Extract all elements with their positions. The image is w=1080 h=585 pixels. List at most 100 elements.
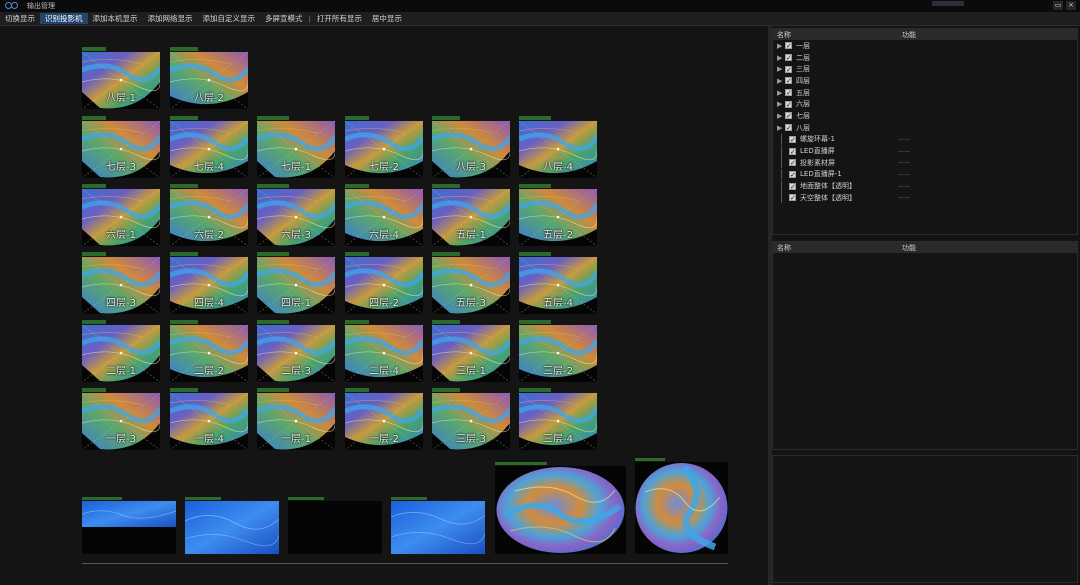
projector-tile[interactable]: 四层-3: [82, 257, 160, 314]
projector-tile[interactable]: 六层-2: [170, 189, 248, 246]
projector-tile[interactable]: 五层-1: [432, 189, 510, 246]
menu-switch-display[interactable]: 切换显示: [0, 13, 40, 24]
expand-arrow-icon[interactable]: ▶: [777, 65, 785, 73]
tree-layer-item[interactable]: ▶ ✓ 六层: [773, 98, 1077, 110]
menu-open-all-displays[interactable]: 打开所有显示: [312, 13, 367, 24]
projector-tile[interactable]: 七层-2: [345, 121, 423, 178]
tile-caption: [432, 116, 460, 120]
expand-arrow-icon[interactable]: ▶: [777, 112, 785, 120]
property-panel: [772, 455, 1078, 583]
projector-tile[interactable]: 二层-2: [170, 325, 248, 382]
material-display-tile[interactable]: [288, 501, 382, 554]
checkbox[interactable]: ✓: [785, 112, 792, 120]
projector-tile[interactable]: 一层-1: [257, 393, 335, 450]
projector-tile[interactable]: 二层-1: [82, 325, 160, 382]
menu-multiscreen-mode[interactable]: 多屏宣模式: [260, 13, 308, 24]
checkbox[interactable]: ✓: [785, 65, 792, 73]
checkbox[interactable]: ✓: [789, 194, 796, 202]
checkbox[interactable]: ✓: [785, 100, 792, 108]
tree-extra-item[interactable]: ✓ 地面整体【透明】 ——: [773, 180, 1077, 192]
tree-extra-item[interactable]: ✓ LED直播屏 ——: [773, 145, 1077, 157]
tree-extra-item[interactable]: ✓ 螺旋环幕-1 ——: [773, 133, 1077, 146]
checkbox[interactable]: ✓: [785, 42, 792, 50]
checkbox[interactable]: ✓: [785, 89, 792, 97]
tile-label: 七层-3: [106, 162, 136, 173]
projector-tile[interactable]: 三层-2: [519, 325, 597, 382]
tile-caption: [257, 184, 289, 188]
projector-tile[interactable]: 五层-3: [432, 257, 510, 314]
tree-item-label: 八层: [796, 123, 810, 132]
projector-tile[interactable]: 四层-2: [345, 257, 423, 314]
expand-arrow-icon[interactable]: ▶: [777, 54, 785, 62]
projector-tile[interactable]: 五层-2: [519, 189, 597, 246]
spiral-screen-tile[interactable]: [495, 466, 626, 554]
tree-connector: [781, 168, 789, 180]
checkbox[interactable]: ✓: [789, 135, 796, 143]
tree-layer-item[interactable]: ▶ ✓ 七层: [773, 110, 1077, 122]
projector-tile[interactable]: 七层-4: [170, 121, 248, 178]
projector-tile[interactable]: 一层-2: [345, 393, 423, 450]
tree-extra-item[interactable]: ✓ 投影素材屏 ——: [773, 157, 1077, 169]
projector-tile[interactable]: 四层-1: [257, 257, 335, 314]
tile-label: 七层-1: [281, 162, 311, 173]
led-display-tile[interactable]: [185, 501, 279, 554]
tile-label: 一层-2: [369, 434, 399, 445]
tree-item-label: 螺旋环幕-1: [800, 135, 835, 144]
projector-tile[interactable]: 一层-4: [170, 393, 248, 450]
tile-label: 二层-1: [106, 366, 136, 377]
tree-extra-item[interactable]: ✓ 天空整体【透明】 ——: [773, 192, 1077, 204]
expand-arrow-icon[interactable]: ▶: [777, 89, 785, 97]
checkbox[interactable]: ✓: [789, 147, 796, 155]
projector-tile[interactable]: 七层-3: [82, 121, 160, 178]
tree-item-label: 天空整体【透明】: [800, 193, 856, 202]
tree-layer-item[interactable]: ▶ ✓ 五层: [773, 87, 1077, 99]
checkbox[interactable]: ✓: [785, 77, 792, 85]
tree-layer-item[interactable]: ▶ ✓ 四层: [773, 75, 1077, 87]
tree-layer-item[interactable]: ▶ ✓ 三层: [773, 63, 1077, 75]
expand-arrow-icon[interactable]: ▶: [777, 42, 785, 50]
menu-add-network-display[interactable]: 添加网络显示: [143, 13, 198, 24]
projector-tile[interactable]: 八层-4: [519, 121, 597, 178]
menu-add-custom-display[interactable]: 添加自定义显示: [198, 13, 261, 24]
projector-tile[interactable]: 七层-1: [257, 121, 335, 178]
checkbox[interactable]: ✓: [789, 182, 796, 190]
tile-label: 八层-1: [106, 93, 136, 104]
tile-caption: [345, 116, 369, 120]
projector-tile[interactable]: 六层-4: [345, 189, 423, 246]
projector-tile[interactable]: 三层-3: [432, 393, 510, 450]
led-display-tile[interactable]: [391, 501, 485, 554]
projector-tile[interactable]: 五层-4: [519, 257, 597, 314]
restore-button[interactable]: ▭: [1053, 1, 1063, 10]
projector-tile[interactable]: 二层-4: [345, 325, 423, 382]
menu-add-local-display[interactable]: 添加本机显示: [88, 13, 143, 24]
projector-tile[interactable]: 八层-1: [82, 52, 160, 109]
tree-layer-item[interactable]: ▶ ✓ 八层: [773, 122, 1077, 134]
projector-tile[interactable]: 四层-4: [170, 257, 248, 314]
checkbox[interactable]: ✓: [785, 124, 792, 132]
tile-label: 四层-4: [194, 298, 224, 309]
projector-tile[interactable]: 一层-3: [82, 393, 160, 450]
led-display-tile[interactable]: [82, 501, 176, 554]
menu-identify-projector[interactable]: 识别投影机: [40, 13, 88, 24]
sky-dome-tile[interactable]: [635, 462, 728, 554]
tree-extra-item[interactable]: ✓ LED直播屏-1 ——: [773, 168, 1077, 181]
tree-layer-item[interactable]: ▶ ✓ 二层: [773, 52, 1077, 64]
close-button[interactable]: ×: [1066, 1, 1076, 10]
expand-arrow-icon[interactable]: ▶: [777, 100, 785, 108]
checkbox[interactable]: ✓: [789, 170, 796, 178]
tree-item-label: LED直播屏: [800, 147, 835, 156]
projector-tile[interactable]: 三层-4: [519, 393, 597, 450]
checkbox[interactable]: ✓: [785, 54, 792, 62]
projector-tile[interactable]: 六层-1: [82, 189, 160, 246]
expand-arrow-icon[interactable]: ▶: [777, 124, 785, 132]
menu-center-display[interactable]: 居中显示: [367, 13, 407, 24]
projector-tile[interactable]: 八层-3: [432, 121, 510, 178]
projector-tile[interactable]: 三层-1: [432, 325, 510, 382]
expand-arrow-icon[interactable]: ▶: [777, 77, 785, 85]
projector-tile[interactable]: 八层-2: [170, 52, 248, 109]
checkbox[interactable]: ✓: [789, 159, 796, 167]
projector-tile[interactable]: 六层-3: [257, 189, 335, 246]
projector-tile[interactable]: 二层-3: [257, 325, 335, 382]
tree-layer-item[interactable]: ▶ ✓ 一层: [773, 40, 1077, 52]
tree-panel-header: 名称 功能: [773, 29, 1077, 40]
